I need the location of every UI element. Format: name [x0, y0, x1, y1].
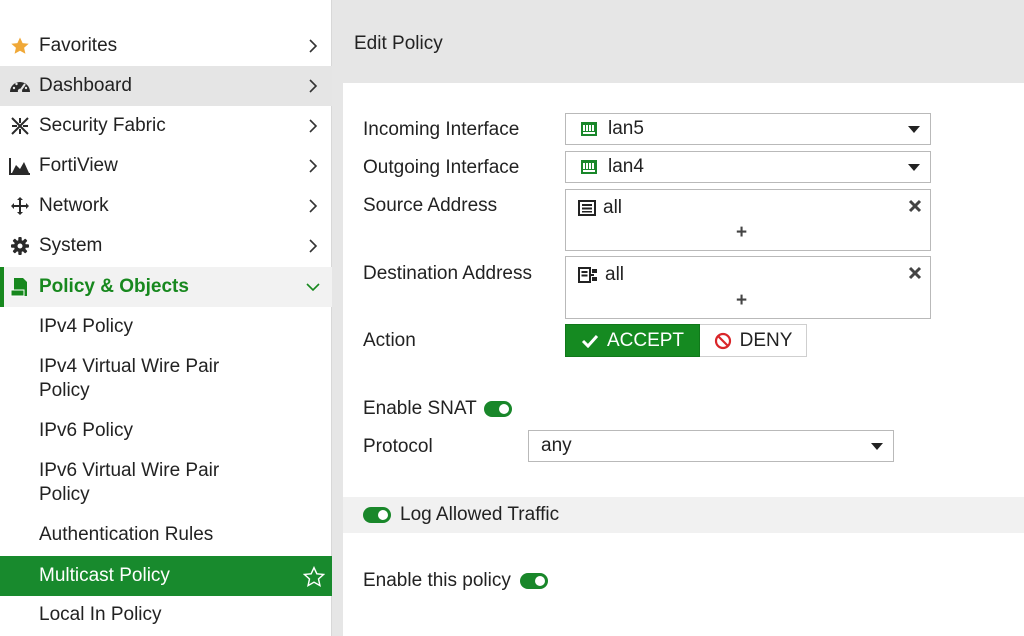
- chevron-right-icon: [306, 199, 320, 213]
- chevron-right-icon: [306, 239, 320, 253]
- sidebar-item-system[interactable]: System: [0, 226, 332, 266]
- sidebar-subitem-ipv4-vwp-policy[interactable]: IPv4 Virtual Wire Pair Policy: [0, 355, 332, 403]
- gear-icon: [9, 235, 31, 257]
- chevron-right-icon: [306, 119, 320, 133]
- protocol-select[interactable]: any: [528, 430, 894, 462]
- edit-policy-form: Incoming Interface lan5 Outgoing Interfa…: [343, 83, 1024, 636]
- policy-icon: [9, 276, 31, 298]
- accept-label: ACCEPT: [606, 329, 685, 351]
- sidebar-item-dashboard[interactable]: Dashboard: [0, 66, 332, 106]
- destination-address-entry: all: [578, 264, 624, 286]
- caret-down-icon: [908, 163, 920, 171]
- outgoing-interface-value: lan4: [608, 156, 644, 177]
- star-outline-icon[interactable]: [302, 563, 326, 603]
- accept-button[interactable]: ACCEPT: [565, 324, 700, 357]
- deny-label: DENY: [739, 329, 793, 351]
- sidebar-subitem-label: Authentication Rules: [39, 524, 214, 545]
- caret-down-icon: [908, 125, 920, 133]
- network-icon: [9, 195, 31, 217]
- sidebar-subitem-label: Multicast Policy: [39, 565, 170, 586]
- sidebar-subitem-ipv6-policy[interactable]: IPv6 Policy: [0, 419, 332, 443]
- sidebar-item-label: Dashboard: [39, 75, 132, 96]
- page-header: Edit Policy: [333, 26, 1024, 62]
- checkmark-icon: [581, 334, 599, 348]
- remove-icon[interactable]: [908, 264, 922, 286]
- sidebar: Favorites Dashboard Security Fabric Fort…: [0, 0, 332, 636]
- log-allowed-traffic-toggle[interactable]: [363, 507, 391, 523]
- sidebar-subitem-ipv6-vwp-policy[interactable]: IPv6 Virtual Wire Pair Policy: [0, 459, 332, 507]
- incoming-interface-value: lan5: [608, 118, 644, 139]
- sidebar-subitem-ipv4-policy[interactable]: IPv4 Policy: [0, 315, 332, 339]
- sidebar-subitem-label: IPv4 Virtual Wire Pair Policy: [39, 356, 220, 401]
- deny-icon: [714, 332, 731, 349]
- sidebar-subitem-local-in-policy[interactable]: Local In Policy: [0, 603, 332, 627]
- source-address-entry: all: [578, 197, 622, 219]
- incoming-interface-select[interactable]: lan5: [565, 113, 931, 145]
- enable-snat-label: Enable SNAT: [363, 398, 477, 419]
- sidebar-item-label: Favorites: [39, 35, 118, 56]
- sidebar-item-fortiview[interactable]: FortiView: [0, 146, 332, 186]
- log-allowed-traffic-label: Log Allowed Traffic: [400, 504, 560, 525]
- sidebar-item-network[interactable]: Network: [0, 186, 332, 226]
- sidebar-item-label: FortiView: [39, 155, 118, 176]
- page-title: Edit Policy: [354, 33, 443, 54]
- dashboard-icon: [9, 75, 31, 97]
- address-group-icon: [578, 267, 598, 283]
- remove-icon[interactable]: [908, 197, 922, 219]
- deny-button[interactable]: DENY: [700, 324, 807, 357]
- star-icon: [9, 35, 31, 57]
- sidebar-subitem-label: Local In Policy: [39, 604, 162, 625]
- sidebar-subitem-label: IPv6 Policy: [39, 420, 133, 441]
- chevron-right-icon: [306, 79, 320, 93]
- enable-policy-row: Enable this policy: [363, 570, 548, 592]
- source-address-field[interactable]: all +: [565, 189, 931, 251]
- sidebar-item-favorites[interactable]: Favorites: [0, 26, 332, 66]
- action-label: Action: [363, 330, 416, 351]
- sidebar-subitem-label: IPv4 Policy: [39, 316, 133, 337]
- chevron-right-icon: [306, 159, 320, 173]
- sidebar-item-label: Network: [39, 195, 109, 216]
- enable-policy-label: Enable this policy: [363, 570, 511, 591]
- incoming-interface-label: Incoming Interface: [363, 119, 520, 140]
- sidebar-item-policy-objects[interactable]: Policy & Objects: [0, 267, 332, 307]
- chevron-right-icon: [306, 39, 320, 53]
- chart-icon: [9, 155, 31, 177]
- sidebar-subitem-label: IPv6 Virtual Wire Pair Policy: [39, 460, 220, 505]
- sidebar-item-label: System: [39, 235, 103, 256]
- destination-address-value: all: [605, 264, 625, 285]
- protocol-value: any: [541, 435, 572, 456]
- sidebar-subitem-authentication-rules[interactable]: Authentication Rules: [0, 523, 332, 547]
- sidebar-item-label: Security Fabric: [39, 115, 166, 136]
- add-source-address-button[interactable]: +: [736, 222, 747, 244]
- security-fabric-icon: [9, 115, 31, 137]
- sidebar-item-label: Policy & Objects: [39, 276, 189, 297]
- source-address-value: all: [603, 197, 623, 218]
- destination-address-label: Destination Address: [363, 263, 532, 284]
- sidebar-subitem-multicast-policy[interactable]: Multicast Policy: [0, 556, 332, 596]
- interface-port-icon: [580, 159, 598, 175]
- destination-address-field[interactable]: all +: [565, 256, 931, 319]
- outgoing-interface-select[interactable]: lan4: [565, 151, 931, 183]
- sidebar-item-security-fabric[interactable]: Security Fabric: [0, 106, 332, 146]
- caret-down-icon: [871, 442, 883, 450]
- add-destination-address-button[interactable]: +: [736, 290, 747, 312]
- enable-policy-toggle[interactable]: [519, 573, 548, 589]
- interface-port-icon: [580, 121, 598, 137]
- address-icon: [578, 200, 596, 216]
- enable-snat-toggle[interactable]: [483, 401, 512, 417]
- log-section-header: Log Allowed Traffic: [343, 497, 1024, 533]
- chevron-down-icon: [306, 282, 320, 292]
- enable-snat-row: Enable SNAT: [363, 398, 512, 420]
- outgoing-interface-label: Outgoing Interface: [363, 157, 520, 178]
- action-toggle-group: ACCEPT DENY: [565, 324, 807, 357]
- protocol-label: Protocol: [363, 436, 433, 457]
- source-address-label: Source Address: [363, 195, 498, 216]
